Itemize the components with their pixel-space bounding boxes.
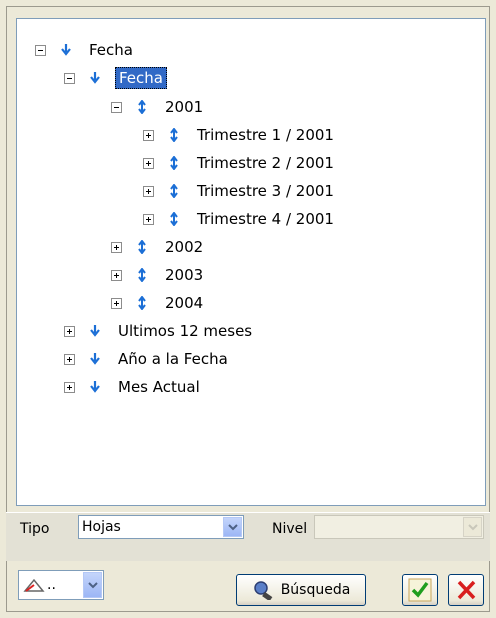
tree-node-2004[interactable]: 2004 — [111, 291, 206, 315]
tree-node-label: Año a la Fecha — [118, 350, 228, 368]
arrow-down-icon — [87, 70, 103, 86]
tree-node-2003[interactable]: 2003 — [111, 263, 206, 287]
tree-node-label: Fecha — [89, 41, 133, 59]
tree-node-trimestre-2[interactable]: Trimestre 2 / 2001 — [143, 151, 337, 175]
search-button-label: Búsqueda — [280, 582, 351, 598]
search-icon — [252, 580, 276, 600]
close-icon — [455, 579, 477, 601]
arrow-updown-icon — [166, 155, 182, 171]
tree-node-fecha-root[interactable]: Fecha — [35, 38, 136, 62]
tree-node-fecha-hierarchy[interactable]: Fecha — [64, 66, 167, 90]
tree-node-label: 2003 — [165, 266, 204, 284]
tipo-label: Tipo — [20, 521, 50, 537]
tree-node-label: 2001 — [165, 98, 204, 116]
arrow-updown-icon — [134, 295, 150, 311]
arrow-updown-icon — [134, 99, 150, 115]
arrow-updown-icon — [166, 183, 182, 199]
tree-node-ultimos-12-meses[interactable]: Ultimos 12 meses — [64, 319, 255, 343]
expand-icon[interactable] — [64, 325, 75, 337]
expand-icon[interactable] — [111, 297, 122, 309]
nivel-label: Nivel — [272, 521, 308, 537]
arrow-updown-icon — [166, 211, 182, 227]
tree-node-trimestre-4[interactable]: Trimestre 4 / 2001 — [143, 207, 337, 231]
tree-node-trimestre-1[interactable]: Trimestre 1 / 2001 — [143, 123, 337, 147]
search-button[interactable]: Búsqueda — [236, 574, 366, 606]
tree-node-label: Trimestre 4 / 2001 — [197, 210, 334, 228]
tree-node-label: Ultimos 12 meses — [118, 322, 253, 340]
collapse-icon[interactable] — [35, 44, 46, 56]
tool-select-value: .. — [47, 577, 56, 593]
arrow-updown-icon — [134, 239, 150, 255]
chevron-down-icon[interactable] — [83, 572, 102, 598]
tree-node-2002[interactable]: 2002 — [111, 235, 206, 259]
collapse-icon[interactable] — [111, 101, 122, 113]
tree-node-trimestre-3[interactable]: Trimestre 3 / 2001 — [143, 179, 337, 203]
expand-icon[interactable] — [143, 157, 154, 169]
arrow-updown-icon — [134, 267, 150, 283]
tool-select[interactable]: .. — [18, 570, 104, 600]
nivel-select[interactable] — [314, 515, 484, 539]
arrow-down-icon — [87, 323, 103, 339]
tree-node-label: Trimestre 1 / 2001 — [197, 126, 334, 144]
expand-icon[interactable] — [111, 241, 122, 253]
tipo-select-value: Hojas — [82, 519, 121, 535]
chevron-down-icon — [463, 517, 482, 537]
tree-node-label: Trimestre 3 / 2001 — [197, 182, 334, 200]
tree-node-label-selected: Fecha — [115, 67, 167, 89]
checkmark-icon — [408, 578, 432, 602]
tree-node-label: Mes Actual — [118, 378, 200, 396]
expand-icon[interactable] — [143, 185, 154, 197]
ok-button[interactable] — [402, 574, 438, 606]
arrow-updown-icon — [166, 127, 182, 143]
tree-node-label: 2002 — [165, 238, 204, 256]
tree-node-label: 2004 — [165, 294, 204, 312]
tree-node-mes-actual[interactable]: Mes Actual — [64, 375, 203, 399]
tree-node-2001[interactable]: 2001 — [111, 95, 206, 119]
tree-node-label: Trimestre 2 / 2001 — [197, 154, 334, 172]
expand-icon[interactable] — [64, 353, 75, 365]
arrow-down-icon — [87, 379, 103, 395]
drawing-tool-icon — [23, 577, 45, 593]
collapse-icon[interactable] — [64, 72, 75, 84]
arrow-down-icon — [58, 42, 74, 58]
arrow-down-icon — [87, 351, 103, 367]
expand-icon[interactable] — [111, 269, 122, 281]
expand-icon[interactable] — [143, 213, 154, 225]
cancel-button[interactable] — [448, 574, 484, 606]
expand-icon[interactable] — [64, 381, 75, 393]
tipo-select[interactable]: Hojas — [78, 515, 244, 539]
tree-view[interactable]: Fecha Fecha 2001 Trimestre 1 / 2001 Trim… — [16, 18, 486, 506]
chevron-down-icon[interactable] — [223, 517, 242, 537]
expand-icon[interactable] — [143, 129, 154, 141]
tree-node-ano-a-la-fecha[interactable]: Año a la Fecha — [64, 347, 231, 371]
